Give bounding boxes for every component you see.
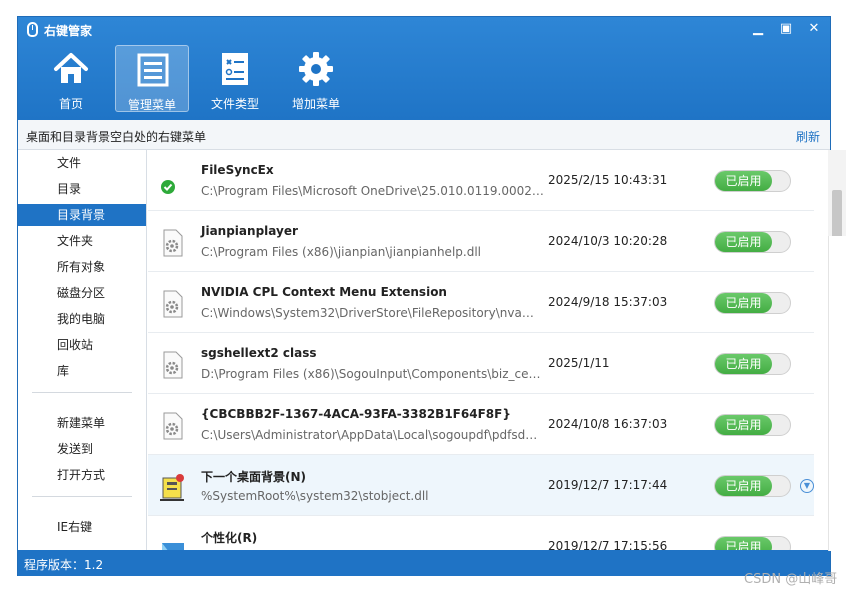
sidebar-item-ie-context[interactable]: IE右键 — [18, 516, 146, 538]
toggle-label: 已启用 — [715, 293, 772, 313]
minimize-button[interactable]: ▁ — [746, 19, 770, 39]
sidebar-item-my-computer[interactable]: 我的电脑 — [18, 308, 146, 330]
toggle-label: 已启用 — [715, 537, 772, 550]
mouse-icon — [27, 22, 38, 37]
tab-file-type[interactable]: 文件类型 — [198, 45, 272, 112]
sidebar-item-file[interactable]: 文件 — [18, 152, 146, 174]
item-date: 2025/2/15 10:43:31 — [548, 173, 668, 187]
tab-manage-menu-label: 管理菜单 — [127, 98, 176, 112]
section-title: 桌面和目录背景空白处的右键菜单 — [26, 130, 207, 144]
settings-file-icon — [163, 229, 183, 257]
sidebar-item-send-to[interactable]: 发送到 — [18, 438, 146, 460]
list-item[interactable]: 个性化(R) 2019/12/7 17:15:56 已启用 — [148, 516, 814, 550]
watermark: CSDN @山峰哥 — [744, 572, 838, 587]
close-button[interactable]: ✕ — [802, 19, 826, 39]
tab-add-menu-label: 增加菜单 — [291, 97, 340, 111]
tab-home[interactable]: 首页 — [34, 45, 108, 112]
list-item[interactable]: 下一个桌面背景(N) %SystemRoot%\system32\stobjec… — [148, 455, 814, 516]
tab-file-type-label: 文件类型 — [210, 97, 259, 111]
toggle-label: 已启用 — [715, 476, 772, 496]
item-name: Jianpianplayer — [201, 224, 298, 238]
item-path: C:\Users\Administrator\AppData\Local\sog… — [201, 428, 544, 442]
maximize-button[interactable]: ▣ — [774, 19, 798, 39]
item-date: 2024/9/18 15:37:03 — [548, 295, 668, 309]
chevron-down-icon[interactable]: ▼ — [800, 479, 814, 493]
sidebar-item-recycle-bin[interactable]: 回收站 — [18, 334, 146, 356]
tab-manage-menu[interactable]: 管理菜单 — [115, 45, 189, 112]
list-item[interactable]: sgshellext2 class D:\Program Files (x86)… — [148, 333, 814, 394]
sidebar-item-folder[interactable]: 文件夹 — [18, 230, 146, 252]
sidebar-item-new-menu[interactable]: 新建菜单 — [18, 412, 146, 434]
item-date: 2019/12/7 17:17:44 — [548, 478, 668, 492]
menu-item-list: FileSyncEx C:\Program Files\Microsoft On… — [148, 150, 814, 550]
menu-list-icon — [137, 53, 169, 87]
sidebar-item-directory[interactable]: 目录 — [18, 178, 146, 200]
version-label: 程序版本：1.2 — [24, 558, 104, 572]
green-check-icon — [161, 180, 175, 194]
status-bar: 程序版本：1.2 — [18, 550, 830, 576]
sidebar-item-all-objects[interactable]: 所有对象 — [18, 256, 146, 278]
toggle-label: 已启用 — [715, 171, 772, 191]
sidebar-item-library[interactable]: 库 — [18, 360, 146, 382]
sidebar-divider — [32, 496, 132, 497]
toggle-label: 已启用 — [715, 415, 772, 435]
tab-add-menu[interactable]: 增加菜单 — [279, 45, 353, 112]
personalize-icon — [162, 543, 184, 550]
header: 右键管家 ▁ ▣ ✕ 首页 管理菜单 文件类型 增加菜单 — [18, 17, 830, 120]
sidebar-item-disk-partition[interactable]: 磁盘分区 — [18, 282, 146, 304]
sidebar-divider — [32, 392, 132, 393]
settings-file-icon — [163, 351, 183, 379]
refresh-link[interactable]: 刷新 — [796, 128, 820, 145]
item-date: 2024/10/8 16:37:03 — [548, 417, 668, 431]
enable-toggle[interactable]: 已启用 — [714, 414, 791, 436]
item-name: FileSyncEx — [201, 163, 274, 177]
item-path: C:\Windows\System32\DriverStore\FileRepo… — [201, 306, 544, 320]
sidebar: 文件 目录 目录背景 文件夹 所有对象 磁盘分区 我的电脑 回收站 库 新建菜单… — [18, 150, 147, 550]
list-item[interactable]: {CBCBBB2F-1367-4ACA-93FA-3382B1F64F8F} C… — [148, 394, 814, 455]
app-title: 右键管家 — [44, 24, 93, 38]
title-bar: 右键管家 ▁ ▣ ✕ — [18, 17, 830, 43]
item-name: 下一个桌面背景(N) — [201, 470, 307, 484]
toggle-label: 已启用 — [715, 232, 772, 252]
home-icon — [54, 53, 88, 83]
tab-home-label: 首页 — [58, 97, 83, 111]
enable-toggle[interactable]: 已启用 — [714, 536, 791, 550]
item-path: D:\Program Files (x86)\SogouInput\Compon… — [201, 367, 544, 381]
toggle-label: 已启用 — [715, 354, 772, 374]
item-date: 2019/12/7 17:15:56 — [548, 539, 668, 550]
enable-toggle[interactable]: 已启用 — [714, 292, 791, 314]
subheader: 桌面和目录背景空白处的右键菜单 刷新 — [18, 120, 830, 150]
item-name: 个性化(R) — [201, 531, 258, 545]
enable-toggle[interactable]: 已启用 — [714, 231, 791, 253]
sidebar-item-directory-background[interactable]: 目录背景 — [18, 204, 146, 226]
plugin-icon — [160, 474, 184, 501]
item-date: 2024/10/3 10:20:28 — [548, 234, 668, 248]
item-name: NVIDIA CPL Context Menu Extension — [201, 285, 447, 299]
file-type-icon — [222, 53, 248, 85]
list-item[interactable]: Jianpianplayer C:\Program Files (x86)\ji… — [148, 211, 814, 272]
gear-icon — [299, 52, 333, 86]
list-item[interactable]: NVIDIA CPL Context Menu Extension C:\Win… — [148, 272, 814, 333]
scrollbar-extension — [828, 236, 859, 551]
item-date: 2025/1/11 — [548, 356, 610, 370]
app-window: 右键管家 ▁ ▣ ✕ 首页 管理菜单 文件类型 增加菜单 桌面和目录背景空白处的… — [17, 16, 846, 576]
settings-file-icon — [163, 290, 183, 318]
enable-toggle[interactable]: 已启用 — [714, 475, 791, 497]
item-path: C:\Program Files\Microsoft OneDrive\25.0… — [201, 184, 544, 198]
sidebar-item-open-with[interactable]: 打开方式 — [18, 464, 146, 486]
enable-toggle[interactable]: 已启用 — [714, 353, 791, 375]
list-item[interactable]: FileSyncEx C:\Program Files\Microsoft On… — [148, 150, 814, 211]
item-path: %SystemRoot%\system32\stobject.dll — [201, 489, 429, 503]
item-name: sgshellext2 class — [201, 346, 317, 360]
enable-toggle[interactable]: 已启用 — [714, 170, 791, 192]
settings-file-icon — [163, 412, 183, 440]
item-name: {CBCBBB2F-1367-4ACA-93FA-3382B1F64F8F} — [201, 407, 511, 421]
item-path: C:\Program Files (x86)\jianpian\jianpian… — [201, 245, 481, 259]
